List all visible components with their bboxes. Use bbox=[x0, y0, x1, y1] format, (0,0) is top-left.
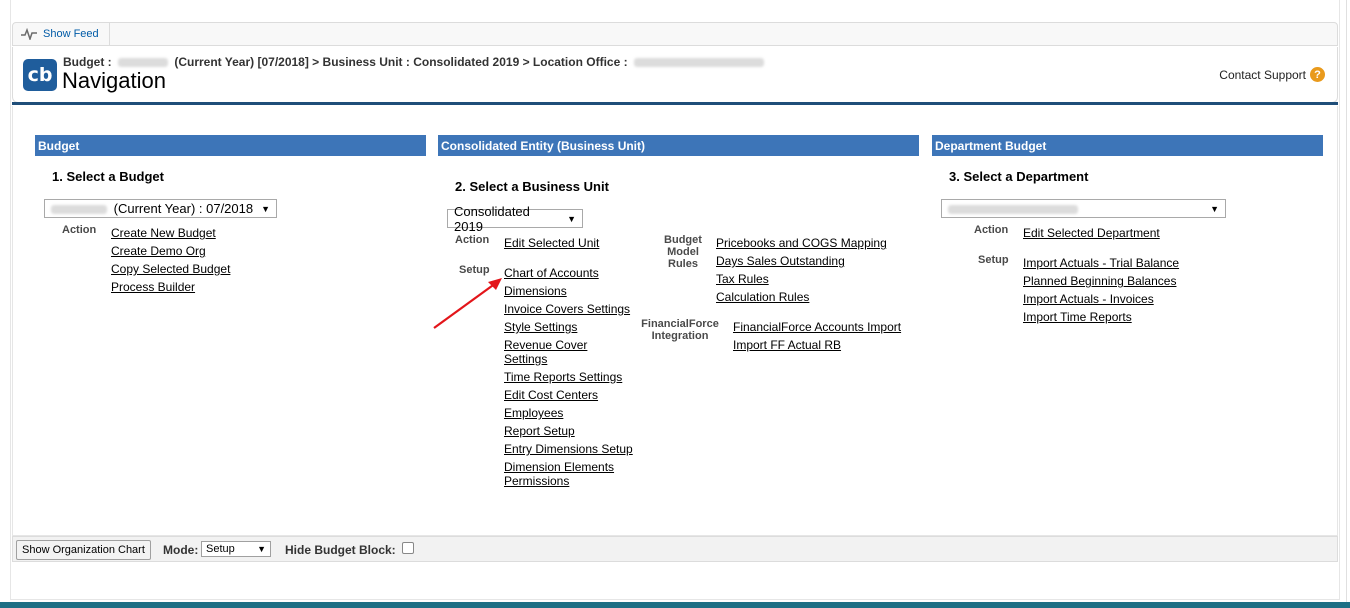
page-title: Navigation bbox=[62, 68, 166, 93]
edit-selected-unit-link[interactable]: Edit Selected Unit bbox=[504, 236, 599, 250]
hide-budget-block-checkbox[interactable] bbox=[402, 542, 414, 554]
contact-support-link[interactable]: Contact Support ? bbox=[1219, 67, 1325, 82]
mode-select[interactable]: Setup ▼ bbox=[201, 541, 271, 557]
show-organization-chart-button[interactable]: Show Organization Chart bbox=[16, 540, 151, 560]
employees-link[interactable]: Employees bbox=[504, 406, 563, 420]
pulse-icon bbox=[21, 28, 37, 40]
process-builder-link[interactable]: Process Builder bbox=[111, 280, 195, 294]
dropdown-arrow-icon: ▼ bbox=[257, 544, 266, 554]
bu-setup-label: Setup bbox=[459, 264, 490, 276]
budget-column-header: Budget bbox=[35, 135, 426, 156]
page-right-border bbox=[1346, 0, 1347, 602]
footer-toolbar: Show Organization Chart Mode: Setup ▼ Hi… bbox=[12, 536, 1338, 562]
select-business-unit-heading: 2. Select a Business Unit bbox=[455, 179, 609, 194]
feed-bar: Show Feed bbox=[12, 22, 1338, 46]
import-actuals-trial-balance-link[interactable]: Import Actuals - Trial Balance bbox=[1023, 256, 1179, 270]
days-sales-outstanding-link[interactable]: Days Sales Outstanding bbox=[716, 254, 845, 268]
department-select-value bbox=[948, 201, 1081, 216]
business-unit-select[interactable]: Consolidated 2019 ▼ bbox=[447, 204, 583, 234]
import-ff-actual-rb-link[interactable]: Import FF Actual RB bbox=[733, 338, 841, 352]
cb-logo-icon: cb bbox=[23, 59, 57, 91]
breadcrumb-path: (Current Year) [07/2018] > Business Unit… bbox=[174, 55, 628, 69]
hide-budget-block-label: Hide Budget Block: bbox=[285, 543, 396, 557]
dropdown-arrow-icon: ▼ bbox=[1210, 203, 1219, 214]
show-feed-button[interactable]: Show Feed bbox=[13, 23, 110, 45]
import-time-reports-link[interactable]: Import Time Reports bbox=[1023, 310, 1132, 324]
time-reports-settings-link[interactable]: Time Reports Settings bbox=[504, 370, 622, 384]
redacted-budget-name bbox=[118, 58, 168, 68]
bottom-bar bbox=[0, 602, 1350, 608]
create-new-budget-link[interactable]: Create New Budget bbox=[111, 226, 216, 240]
import-actuals-invoices-link[interactable]: Import Actuals - Invoices bbox=[1023, 292, 1154, 306]
invoice-covers-settings-link[interactable]: Invoice Covers Settings bbox=[504, 302, 630, 316]
contact-support-label: Contact Support bbox=[1219, 67, 1306, 82]
department-select[interactable]: ▼ bbox=[941, 199, 1226, 218]
breadcrumb-prefix: Budget : bbox=[63, 55, 112, 69]
header-divider bbox=[12, 102, 1338, 105]
style-settings-link[interactable]: Style Settings bbox=[504, 320, 577, 334]
tax-rules-link[interactable]: Tax Rules bbox=[716, 272, 769, 286]
redacted-location-name bbox=[633, 58, 764, 68]
financialforce-accounts-import-link[interactable]: FinancialForce Accounts Import bbox=[733, 320, 901, 334]
dept-setup-label: Setup bbox=[978, 254, 1009, 266]
dropdown-arrow-icon: ▼ bbox=[567, 213, 576, 224]
dropdown-arrow-icon: ▼ bbox=[261, 203, 270, 214]
budget-model-rules-label: Budget Model Rules bbox=[664, 234, 702, 270]
mode-select-value: Setup bbox=[206, 543, 235, 555]
calculation-rules-link[interactable]: Calculation Rules bbox=[716, 290, 809, 304]
show-feed-label: Show Feed bbox=[43, 28, 99, 40]
budget-select[interactable]: (Current Year) : 07/2018 ▼ bbox=[44, 199, 277, 218]
copy-selected-budget-link[interactable]: Copy Selected Budget bbox=[111, 262, 230, 276]
select-department-heading: 3. Select a Department bbox=[949, 169, 1089, 184]
budget-action-label: Action bbox=[62, 224, 97, 236]
dept-action-label: Action bbox=[974, 224, 1009, 236]
breadcrumb: Budget : (Current Year) [07/2018] > Busi… bbox=[63, 55, 767, 69]
revenue-cover-settings-link[interactable]: Revenue Cover Settings bbox=[504, 338, 604, 366]
report-setup-link[interactable]: Report Setup bbox=[504, 424, 575, 438]
financialforce-integration-label: FinancialForce Integration bbox=[641, 318, 719, 342]
select-budget-heading: 1. Select a Budget bbox=[52, 169, 164, 184]
mode-label: Mode: bbox=[163, 543, 199, 557]
bu-action-label: Action bbox=[455, 234, 490, 246]
entry-dimensions-setup-link[interactable]: Entry Dimensions Setup bbox=[504, 442, 633, 456]
budget-select-value: (Current Year) : 07/2018 bbox=[51, 201, 253, 216]
create-demo-org-link[interactable]: Create Demo Org bbox=[111, 244, 206, 258]
business-unit-select-value: Consolidated 2019 bbox=[454, 203, 530, 234]
dimension-elements-permissions-link[interactable]: Dimension Elements Permissions bbox=[504, 460, 624, 488]
planned-beginning-balances-link[interactable]: Planned Beginning Balances bbox=[1023, 274, 1176, 288]
edit-cost-centers-link[interactable]: Edit Cost Centers bbox=[504, 388, 598, 402]
edit-selected-department-link[interactable]: Edit Selected Department bbox=[1023, 226, 1160, 240]
dimensions-link[interactable]: Dimensions bbox=[504, 284, 567, 298]
business-unit-column-header: Consolidated Entity (Business Unit) bbox=[438, 135, 919, 156]
help-icon: ? bbox=[1310, 67, 1325, 82]
pricebooks-cogs-mapping-link[interactable]: Pricebooks and COGS Mapping bbox=[716, 236, 887, 250]
page-header: cb Budget : (Current Year) [07/2018] > B… bbox=[12, 47, 1338, 103]
chart-of-accounts-link[interactable]: Chart of Accounts bbox=[504, 266, 599, 280]
department-column-header: Department Budget bbox=[932, 135, 1323, 156]
